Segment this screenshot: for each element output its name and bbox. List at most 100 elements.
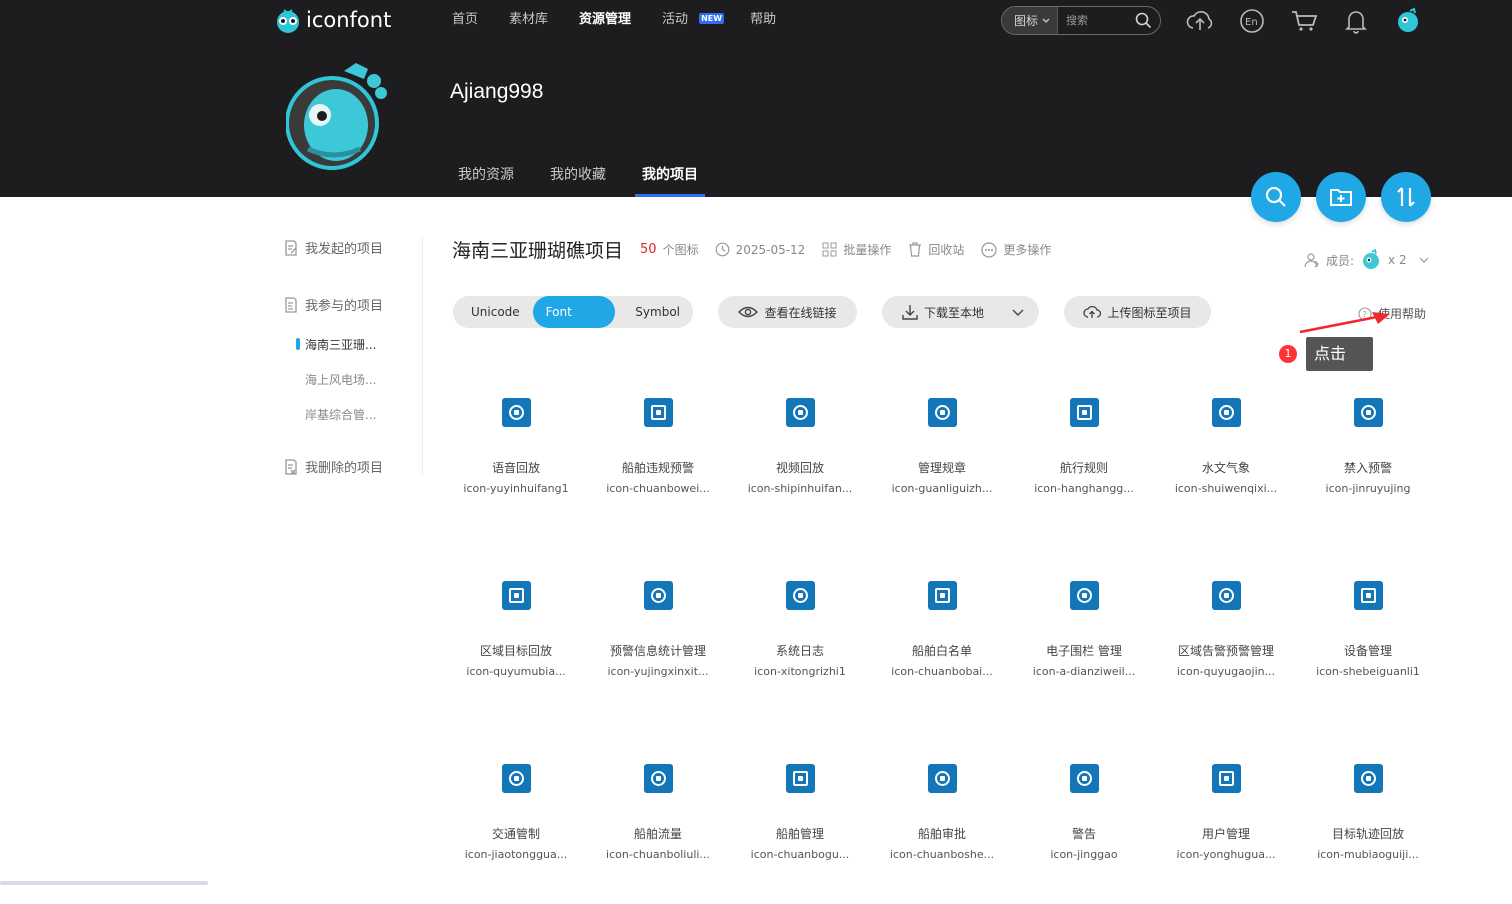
icon-name: 用户管理 [1201,827,1250,841]
view-online-link-button[interactable]: 查看在线链接 [718,296,857,328]
icon-count: 50 [640,242,657,257]
search-type-label: 图标 [1014,14,1039,28]
more-operations-button[interactable]: 更多操作 [981,241,1051,258]
format-symbol[interactable]: Symbol [615,296,693,328]
user-avatar[interactable] [1393,6,1423,36]
icon-card[interactable]: 船舶流量 icon-chuanboliuli... [587,764,729,904]
icon-card[interactable]: 警告 icon-jinggao [1013,764,1155,904]
icon-glyph [644,764,673,793]
upload-icon[interactable] [1185,6,1215,36]
members-icon [1304,253,1319,268]
batch-operation-button[interactable]: 批量操作 [822,241,891,258]
view-online-link-label: 查看在线链接 [764,305,837,320]
icon-card[interactable]: 水文气象 icon-shuiwenqixi... [1155,398,1297,538]
icon-code: icon-shipinhuifan... [747,482,853,495]
icon-name: 系统日志 [775,644,824,658]
icon-glyph [1212,398,1241,427]
format-unicode[interactable]: Unicode [453,296,533,328]
icon-card[interactable]: 设备管理 icon-shebeiguanli1 [1297,581,1439,721]
nav-activity[interactable]: 活动 NEW [662,11,725,29]
tab-my-projects[interactable]: 我的项目 [635,164,705,197]
project-title: 海南三亚珊瑚礁项目 [452,240,624,262]
icon-glyph [644,398,673,427]
sidebar-item-deleted[interactable]: 我删除的项目 [283,457,383,476]
more-operations-label: 更多操作 [1003,243,1052,257]
nav-materials[interactable]: 素材库 [509,11,548,29]
chevron-down-icon[interactable] [1012,308,1024,316]
grid-icon [822,242,837,257]
icon-glyph [1070,398,1099,427]
search-icon[interactable] [1135,12,1152,29]
icon-code: icon-yujingxinxit... [607,665,709,678]
tab-my-resources[interactable]: 我的资源 [458,164,514,197]
icon-glyph [1212,581,1241,610]
icon-code: icon-hanghangg... [1034,482,1134,495]
icon-card[interactable]: 管理规章 icon-guanliguizh... [871,398,1013,538]
folder-add-icon [1330,189,1352,206]
icon-card[interactable]: 目标轨迹回放 icon-mubiaoguiji... [1297,764,1439,904]
new-folder-fab[interactable] [1316,172,1366,222]
icon-card[interactable]: 船舶违规预警 icon-chuanbowei... [587,398,729,538]
icon-card[interactable]: 用户管理 icon-yonghugua... [1155,764,1297,904]
glyph-shape [935,588,950,603]
icon-card[interactable]: 系统日志 icon-xitongrizhi1 [729,581,871,721]
more-icon [981,241,997,258]
tab-my-favorites[interactable]: 我的收藏 [550,164,606,197]
search-icon [1265,186,1286,207]
icon-card[interactable]: 船舶管理 icon-chuanbogu... [729,764,871,904]
icon-name: 目标轨迹回放 [1331,827,1404,841]
sidebar-project-hainan[interactable]: 海南三亚珊... [295,336,376,353]
nav-help[interactable]: 帮助 [750,11,776,29]
icon-code: icon-chuanbogu... [750,848,850,861]
search-fab[interactable] [1251,172,1301,222]
icon-card[interactable]: 交通管制 icon-jiaotonggua... [445,764,587,904]
download-local-button[interactable]: 下载至本地 [882,296,1039,328]
icon-card[interactable]: 禁入预警 icon-jinruyujing [1297,398,1439,538]
icon-card[interactable]: 视频回放 icon-shipinhuifan... [729,398,871,538]
icon-card[interactable]: 船舶白名单 icon-chuanbobai... [871,581,1013,721]
project-members[interactable]: 成员: x 2 [1304,249,1429,271]
icon-code: icon-a-dianziweil... [1032,665,1136,678]
icon-code: icon-guanliguizh... [891,482,993,495]
language-icon[interactable]: En [1237,6,1267,36]
icon-code: icon-mubiaoguiji... [1317,848,1419,861]
icon-card[interactable]: 区域目标回放 icon-quyumubia... [445,581,587,721]
search-type-select[interactable]: 图标 [1002,7,1058,34]
sidebar-item-created[interactable]: 我发起的项目 [283,238,383,257]
icon-glyph [1212,764,1241,793]
sidebar-project-wind[interactable]: 海上风电场... [305,371,376,388]
profile-avatar[interactable] [286,57,392,175]
glyph-shape [1077,771,1092,786]
icon-card[interactable]: 区域告警预警管理 icon-quyugaojin... [1155,581,1297,721]
cart-icon[interactable] [1289,6,1319,36]
horizontal-scrollbar[interactable] [0,881,208,885]
icon-code: icon-yonghugua... [1176,848,1276,861]
sidebar-item-label: 我删除的项目 [305,461,384,476]
icon-code: icon-chuanboliuli... [606,848,710,861]
profile-username: Ajiang998 [450,80,544,103]
format-font-class[interactable]: Font class [532,296,616,351]
icon-glyph [786,764,815,793]
icon-card[interactable]: 船舶审批 icon-chuanboshe... [871,764,1013,904]
sidebar-project-shore[interactable]: 岸基综合管... [305,406,376,423]
icon-card[interactable]: 预警信息统计管理 icon-yujingxinxit... [587,581,729,721]
svg-text:En: En [1245,17,1258,28]
iconfont-logo[interactable]: iconfont [274,6,391,34]
icon-card[interactable]: 电子围栏 管理 icon-a-dianziweil... [1013,581,1155,721]
bell-icon[interactable] [1341,6,1371,36]
recycle-bin-button[interactable]: 回收站 [908,241,964,258]
icon-card[interactable]: 语音回放 icon-yuyinhuifang1 [445,398,587,538]
glyph-shape [509,771,524,786]
sort-fab[interactable] [1381,172,1431,222]
icon-glyph [644,581,673,610]
glyph-shape [935,771,950,786]
sidebar-item-joined[interactable]: 我参与的项目 [283,295,383,314]
search-input[interactable] [1066,14,1136,27]
upload-to-project-button[interactable]: 上传图标至项目 [1064,296,1211,328]
glyph-shape [793,405,808,420]
icon-card[interactable]: 航行规则 icon-hanghangg... [1013,398,1155,538]
icon-code: icon-chuanbowei... [606,482,710,495]
icon-name: 警告 [1071,827,1096,841]
nav-resources[interactable]: 资源管理 [579,11,631,29]
nav-home[interactable]: 首页 [452,11,478,29]
